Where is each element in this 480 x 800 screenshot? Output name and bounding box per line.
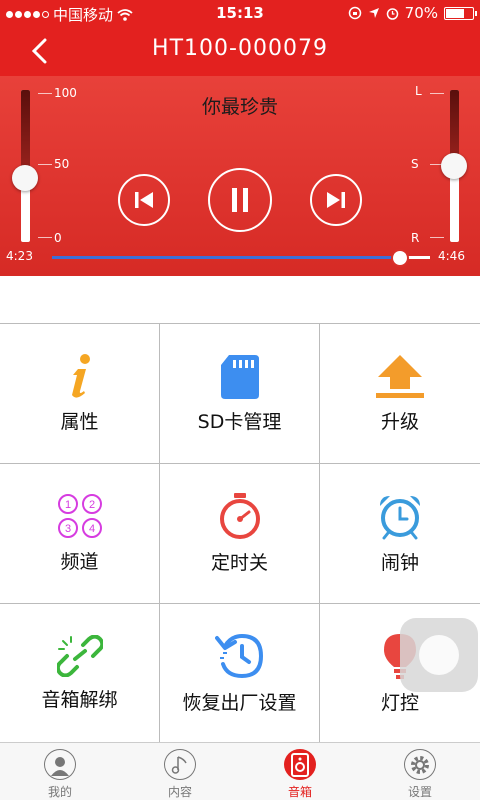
pause-icon xyxy=(232,188,248,212)
alarm-icon xyxy=(386,7,398,20)
channels-icon: 1 2 3 4 xyxy=(57,494,102,538)
grid-item-label: 闹钟 xyxy=(380,552,419,574)
volume-tick xyxy=(38,237,52,238)
timer-icon xyxy=(219,493,260,539)
progress-knob[interactable] xyxy=(390,249,409,267)
previous-icon xyxy=(135,192,153,208)
tab-label: 音箱 xyxy=(287,785,312,799)
upgrade-button[interactable]: 升级 xyxy=(320,324,480,464)
factory-reset-button[interactable]: 恢复出厂设置 xyxy=(160,604,320,743)
pause-button[interactable] xyxy=(208,168,272,232)
info-icon xyxy=(71,354,90,398)
profile-icon xyxy=(44,749,76,780)
balance-slider-knob[interactable] xyxy=(441,153,467,179)
balance-label-left: L xyxy=(415,84,422,98)
grid-item-label: 恢复出厂设置 xyxy=(182,691,297,714)
previous-button[interactable] xyxy=(118,174,170,226)
device-title: HT100-000079 xyxy=(152,36,328,61)
alarm-clock-icon xyxy=(380,496,420,540)
battery-percent: 70% xyxy=(404,4,438,22)
volume-label-mid: 50 xyxy=(54,157,70,171)
balance-label-right: R xyxy=(411,231,420,245)
rotation-lock-icon xyxy=(348,6,361,20)
tab-speaker[interactable]: 音箱 xyxy=(240,743,360,800)
grid-item-label: 音箱解绑 xyxy=(41,688,118,711)
balance-tick xyxy=(430,237,444,238)
unlink-icon xyxy=(56,634,103,677)
volume-tick xyxy=(38,164,52,165)
balance-tick xyxy=(430,93,444,94)
balance-label-stereo: S xyxy=(411,157,419,171)
tab-bar: 我的 内容 音箱 设置 xyxy=(0,742,480,800)
svg-text:3: 3 xyxy=(64,523,70,535)
tab-mine[interactable]: 我的 xyxy=(0,743,120,800)
music-note-icon xyxy=(164,749,196,780)
alarm-button[interactable]: 闹钟 xyxy=(320,464,480,604)
tab-content[interactable]: 内容 xyxy=(120,743,240,800)
volume-slider-knob[interactable] xyxy=(12,165,38,192)
elapsed-time: 4:23 xyxy=(6,249,33,263)
svg-text:2: 2 xyxy=(88,499,94,511)
grid-item-label: 定时关 xyxy=(210,552,268,574)
restore-icon xyxy=(214,633,263,678)
channels-button[interactable]: 1 2 3 4 频道 xyxy=(0,464,160,604)
assistive-touch-button[interactable] xyxy=(400,618,478,692)
total-time: 4:46 xyxy=(438,249,465,263)
next-icon xyxy=(327,192,345,208)
grid-item-label: 升级 xyxy=(380,411,419,433)
tab-settings[interactable]: 设置 xyxy=(360,743,480,800)
player-panel: 你最珍贵 100 50 0 L S R 4:23 4:46 xyxy=(0,76,480,276)
sd-card-icon xyxy=(220,355,259,399)
next-button[interactable] xyxy=(310,174,362,226)
grid-item-label: SD卡管理 xyxy=(197,411,282,433)
tab-label: 我的 xyxy=(47,785,72,799)
sleep-timer-button[interactable]: 定时关 xyxy=(160,464,320,604)
volume-tick xyxy=(38,93,52,94)
gear-icon xyxy=(404,749,436,780)
location-icon xyxy=(368,8,379,18)
tab-label: 内容 xyxy=(167,785,192,799)
sd-card-button[interactable]: SD卡管理 xyxy=(160,324,320,464)
battery-icon xyxy=(444,6,477,20)
svg-text:1: 1 xyxy=(64,499,70,511)
progress-bar[interactable] xyxy=(52,249,430,267)
tab-label: 设置 xyxy=(407,785,432,799)
status-bar: 中国移动 15:13 70% xyxy=(0,0,480,26)
attributes-button[interactable]: 属性 xyxy=(0,324,160,464)
grid-item-label: 属性 xyxy=(60,411,99,433)
unbind-speaker-button[interactable]: 音箱解绑 xyxy=(0,604,160,743)
svg-text:4: 4 xyxy=(88,523,94,535)
volume-label-max: 100 xyxy=(54,86,77,100)
speaker-icon xyxy=(284,749,316,780)
grid-item-label: 频道 xyxy=(60,551,99,573)
upgrade-icon xyxy=(376,355,424,398)
navigation-bar: HT100-000079 xyxy=(0,26,480,76)
volume-label-min: 0 xyxy=(54,231,62,245)
